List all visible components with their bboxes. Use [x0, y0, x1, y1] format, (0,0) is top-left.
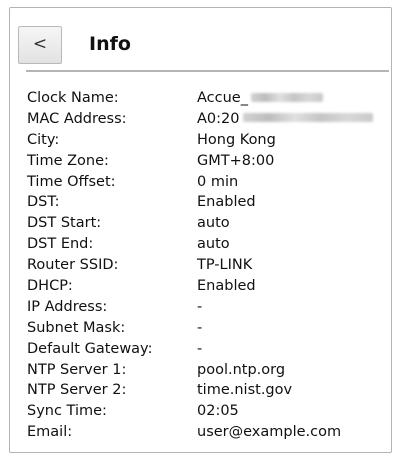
time-offset-label: Time Offset: [27, 173, 116, 190]
subnet-mask-label: Subnet Mask: [27, 319, 126, 336]
info-row-sync-time: Sync Time: 02:05 [27, 401, 387, 422]
city-label: City: [27, 131, 60, 148]
ip-address-value: - [197, 298, 203, 315]
info-row-time-zone: Time Zone: GMT+8:00 [27, 151, 387, 172]
dhcp-value: Enabled [197, 278, 256, 295]
mac-address-value-wrap: A0:20 [197, 109, 387, 130]
clock-name-value: Accue_ [197, 90, 248, 106]
default-gateway-value: - [197, 340, 203, 357]
info-row-ntp-server-1: NTP Server 1: pool.ntp.org [27, 360, 387, 381]
back-button[interactable]: < [18, 26, 62, 64]
ntp-server-2-label: NTP Server 2: [27, 382, 127, 399]
header-divider [26, 70, 389, 72]
ntp-server-1-label: NTP Server 1: [27, 361, 127, 378]
redacted-blur [243, 113, 374, 123]
dhcp-label: DHCP: [27, 278, 73, 295]
redacted-blur [250, 92, 323, 102]
info-row-ntp-server-2: NTP Server 2: time.nist.gov [27, 380, 387, 401]
mac-address-label: MAC Address: [27, 110, 127, 127]
city-value: Hong Kong [197, 131, 276, 148]
dst-start-label: DST Start: [27, 215, 102, 232]
info-row-dst: DST: Enabled [27, 192, 387, 213]
info-row-clock-name: Clock Name: Accue_ [27, 88, 387, 109]
info-row-time-offset: Time Offset: 0 min [27, 172, 387, 193]
sync-time-label: Sync Time: [27, 403, 107, 420]
info-row-dst-start: DST Start: auto [27, 213, 387, 234]
info-row-city: City: Hong Kong [27, 130, 387, 151]
time-zone-label: Time Zone: [27, 152, 109, 169]
dst-end-label: DST End: [27, 236, 94, 253]
info-row-email: Email: user@example.com [27, 422, 387, 443]
info-list: Clock Name: Accue_ MAC Address: A0:20 Ci… [27, 88, 387, 443]
router-ssid-label: Router SSID: [27, 257, 119, 274]
ntp-server-2-value: time.nist.gov [197, 382, 293, 399]
dst-label: DST: [27, 194, 60, 211]
page-title: Info [89, 33, 131, 55]
ntp-server-1-value: pool.ntp.org [197, 361, 286, 378]
router-ssid-value: TP-LINK [197, 257, 253, 274]
ip-address-label: IP Address: [27, 298, 108, 315]
dst-end-value: auto [197, 236, 230, 253]
clock-name-label: Clock Name: [27, 90, 119, 106]
info-row-router-ssid: Router SSID: TP-LINK [27, 255, 387, 276]
info-row-ip-address: IP Address: - [27, 297, 387, 318]
clock-name-value-wrap: Accue_ [197, 88, 387, 109]
chevron-left-icon: < [32, 34, 48, 54]
header-bar: < Info [18, 17, 372, 64]
email-label: Email: [27, 424, 73, 441]
info-row-default-gateway: Default Gateway: - [27, 339, 387, 360]
dst-start-value: auto [197, 215, 230, 232]
dst-value: Enabled [197, 194, 256, 211]
sync-time-value: 02:05 [197, 403, 239, 420]
info-row-subnet-mask: Subnet Mask: - [27, 318, 387, 339]
info-row-mac-address: MAC Address: A0:20 [27, 109, 387, 130]
mac-address-value: A0:20 [197, 110, 240, 127]
info-row-dst-end: DST End: auto [27, 234, 387, 255]
time-offset-value: 0 min [197, 173, 239, 190]
subnet-mask-value: - [197, 319, 203, 336]
time-zone-value: GMT+8:00 [197, 152, 275, 169]
default-gateway-label: Default Gateway: [27, 340, 153, 357]
email-value: user@example.com [197, 424, 342, 441]
info-row-dhcp: DHCP: Enabled [27, 276, 387, 297]
